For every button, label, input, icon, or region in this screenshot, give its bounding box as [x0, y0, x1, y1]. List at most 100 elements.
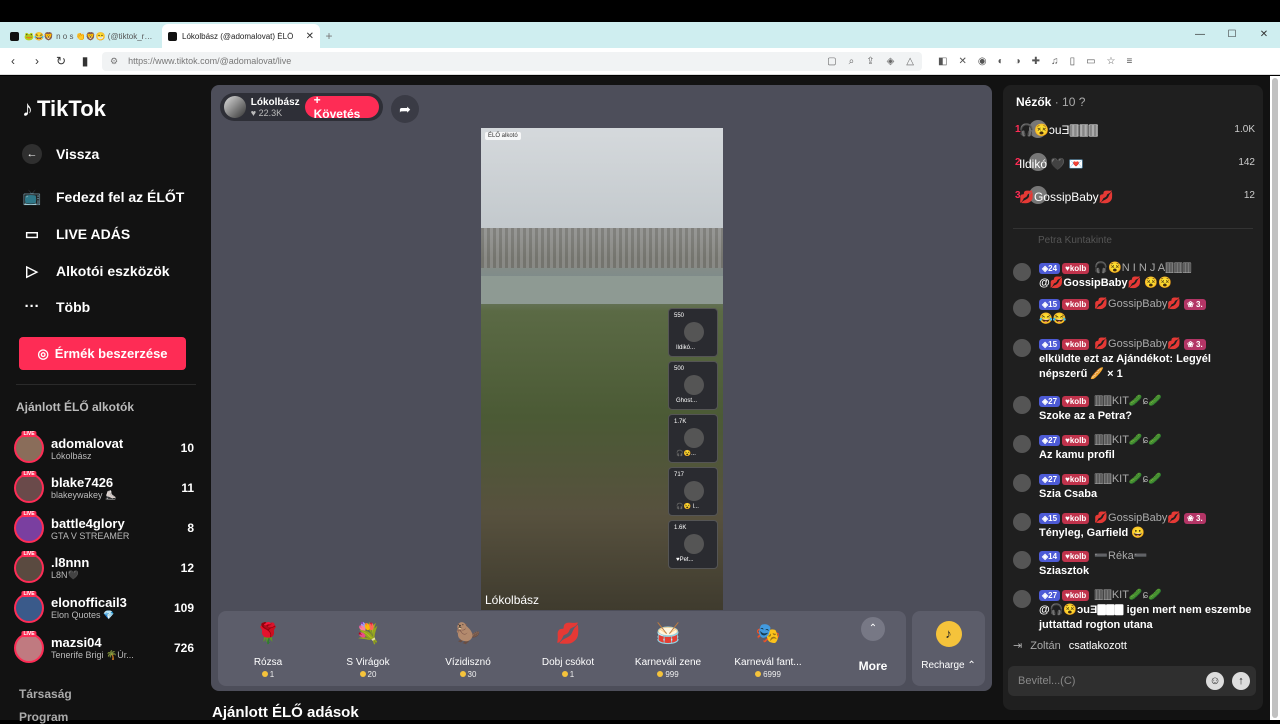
zoom-icon[interactable]: ⌕ — [849, 56, 855, 67]
maximize-button[interactable]: ☐ — [1216, 22, 1248, 48]
sidebar-icon[interactable]: ▯ — [1070, 56, 1076, 67]
share-page-icon[interactable]: ⇪ — [866, 56, 874, 67]
guest-tile[interactable]: 1.6K ♥Pet... — [668, 520, 718, 569]
avatar[interactable] — [1013, 299, 1031, 317]
guest-tile[interactable]: 717 🎧😵 l... — [668, 467, 718, 516]
viewer-item[interactable]: 1 🎧😵ɔuƎ🀫🀫🀫 1.0K — [1015, 117, 1255, 141]
creator-item[interactable]: LIVE elonofficail3 Elon Quotes 💎 109 — [14, 590, 194, 626]
gift-item[interactable]: 🌹 Rózsa 1 — [218, 619, 318, 679]
sidebar: ♪ TikTok ← Vissza 📺 Fedezd fel az ÉLŐT ▭… — [0, 76, 210, 724]
sidebar-item-more[interactable]: ··· Több — [22, 298, 91, 315]
creator-item[interactable]: LIVE blake7426 blakeywakey ⛸️ 11 — [14, 470, 194, 506]
recharge-button[interactable]: ♪ Recharge ⌃ — [912, 611, 985, 686]
url-field[interactable]: ⚙ https://www.tiktok.com/@adomalovat/liv… — [102, 51, 922, 71]
back-arrow-icon[interactable]: ‹ — [6, 54, 20, 68]
gift-item[interactable]: 💐 S Virágok 20 — [318, 619, 418, 679]
avatar[interactable] — [1013, 435, 1031, 453]
message-username[interactable]: 🀫🀫KIT🥒ɕ🥒 — [1094, 395, 1162, 407]
message-username[interactable]: 🀫🀫KIT🥒ɕ🥒 — [1094, 589, 1162, 601]
avatar[interactable] — [1013, 513, 1031, 531]
gift-price-value: 1 — [569, 670, 575, 679]
guest-tile[interactable]: 550 Ildikó... — [668, 308, 718, 357]
menu-icon[interactable]: ≡ — [1127, 56, 1133, 67]
creator-item[interactable]: LIVE battle4glory GTA V STREAMER 8 — [14, 510, 194, 546]
browser-tab[interactable]: 🐸😂🦁 n o s 👏🦁😁 (@tiktok_rol... — [4, 24, 162, 48]
gift-item[interactable]: 🥁 Karneváli zene 999 — [618, 619, 718, 679]
avatar[interactable] — [1013, 590, 1031, 608]
creator-item[interactable]: LIVE mazsi04 Tenerife Brigi 🌴Úr... 726 — [14, 630, 194, 666]
wallet-icon[interactable]: ▭ — [1086, 56, 1095, 67]
send-icon[interactable]: ↑ — [1232, 672, 1250, 690]
message-username[interactable]: 💋GossipBaby💋 — [1094, 298, 1181, 310]
gift-item[interactable]: 🦫 Vízidisznó 30 — [418, 619, 518, 679]
avatar[interactable] — [1013, 339, 1031, 357]
browser-tab-active[interactable]: Lókolbász (@adomalovat) ÉLŐ ✕ — [162, 24, 320, 48]
viewer-count: 109 — [173, 601, 194, 615]
vpn-icon[interactable]: ☆ — [1107, 56, 1116, 67]
more-gifts-button[interactable]: ⌃ More — [848, 617, 898, 673]
creator-item[interactable]: LIVE adomalovat Lókolbász 10 — [14, 430, 194, 466]
gift-name: Rózsa — [253, 657, 283, 668]
message-username[interactable]: 🀫🀫KIT🥒ɕ🥒 — [1094, 434, 1162, 446]
sidebar-item-explore-live[interactable]: 📺 Fedezd fel az ÉLŐT — [22, 188, 185, 206]
translate-icon[interactable]: ◧ — [938, 56, 947, 67]
close-window-button[interactable]: ✕ — [1248, 22, 1280, 48]
close-tab-icon[interactable]: ✕ — [306, 31, 314, 42]
host-avatar[interactable] — [224, 96, 246, 118]
viewer-score: 1.0K — [1234, 123, 1255, 135]
follow-button[interactable]: + Követés — [304, 93, 379, 121]
bookmark-icon[interactable]: ▮ — [78, 54, 92, 68]
host-name[interactable]: Lókolbász — [251, 97, 300, 108]
puzzle-icon[interactable]: ✚ — [1032, 56, 1040, 67]
creator-subtitle: Lókolbász — [51, 450, 92, 461]
gift-item[interactable]: 💋 Dobj csókot 1 — [518, 619, 618, 679]
reader-icon[interactable]: ▢ — [827, 56, 836, 67]
sidebar-item-go-live[interactable]: ▭ LIVE ADÁS — [22, 225, 130, 243]
alert-icon[interactable]: △ — [906, 56, 914, 67]
message-username[interactable]: 💋GossipBaby💋 — [1094, 338, 1181, 350]
gift-item[interactable]: 🎭 Karnevál fant... 6999 — [718, 619, 818, 679]
message-username[interactable]: ➖Réka➖ — [1094, 550, 1147, 562]
avatar[interactable] — [1013, 474, 1031, 492]
extension-icon[interactable]: ✕ — [958, 56, 966, 67]
scrollbar-thumb[interactable] — [1272, 78, 1278, 718]
gift-icon: 💋 — [555, 623, 581, 645]
shield-icon[interactable]: ◈ — [887, 56, 895, 67]
site-settings-icon[interactable]: ⚙ — [110, 56, 118, 67]
sidebar-item-creator-tools[interactable]: ▷ Alkotói eszközök — [22, 262, 169, 280]
fan-club-name: kolb — [1069, 475, 1087, 484]
new-tab-button[interactable]: + — [320, 24, 338, 48]
viewer-item[interactable]: 2 Ildikó 🖤 💌 142 — [1015, 150, 1255, 174]
footer-link-company[interactable]: Társaság — [19, 687, 72, 701]
forward-arrow-icon[interactable]: › — [30, 54, 44, 68]
extension-icon[interactable]: ◑ — [1015, 56, 1021, 67]
message-text: elküldte ezt az Ajándékot: Legyél népsze… — [1039, 353, 1211, 380]
page-scrollbar[interactable] — [1270, 76, 1280, 720]
music-icon[interactable]: ♫ — [1051, 56, 1059, 67]
emoji-icon[interactable]: ☺ — [1206, 672, 1224, 690]
back-button[interactable]: ← Vissza — [22, 144, 99, 164]
extension-icon[interactable]: ◐ — [998, 56, 1004, 67]
live-video[interactable]: ÉLŐ alkotó Lókolbász 550 Ildikó... 500 Gh… — [481, 128, 723, 610]
extension-icon[interactable]: ◉ — [978, 56, 987, 67]
message-username[interactable]: 🎧😵N I N J A🀫🀫🀫 — [1094, 262, 1191, 274]
guest-tile[interactable]: 500 Ghost... — [668, 361, 718, 410]
share-button[interactable]: ➦ — [391, 95, 419, 123]
joined-user[interactable]: Zoltán — [1030, 640, 1061, 652]
message-username[interactable]: 💋GossipBaby💋 — [1094, 512, 1181, 524]
minimize-button[interactable]: — — [1184, 22, 1216, 48]
get-coins-button[interactable]: ◎ Érmék beszerzése — [19, 337, 186, 370]
reload-icon[interactable]: ↻ — [54, 54, 68, 68]
message-username[interactable]: 🀫🀫KIT🥒ɕ🥒 — [1094, 473, 1162, 485]
chat-input[interactable] — [1018, 675, 1206, 687]
avatar[interactable] — [1013, 396, 1031, 414]
avatar[interactable] — [1013, 263, 1031, 281]
creator-item[interactable]: LIVE .l8nnn L8N🖤 12 — [14, 550, 194, 586]
info-icon[interactable]: ? — [1079, 95, 1086, 109]
viewer-item[interactable]: 3 💋GossipBaby💋 12 — [1015, 183, 1255, 207]
footer-link-program[interactable]: Program — [19, 710, 68, 724]
guest-tile[interactable]: 1.7K 🎧😵... — [668, 414, 718, 463]
avatar[interactable] — [1013, 551, 1031, 569]
tiktok-logo[interactable]: ♪ TikTok — [22, 96, 106, 122]
gift-price: 20 — [318, 670, 418, 679]
